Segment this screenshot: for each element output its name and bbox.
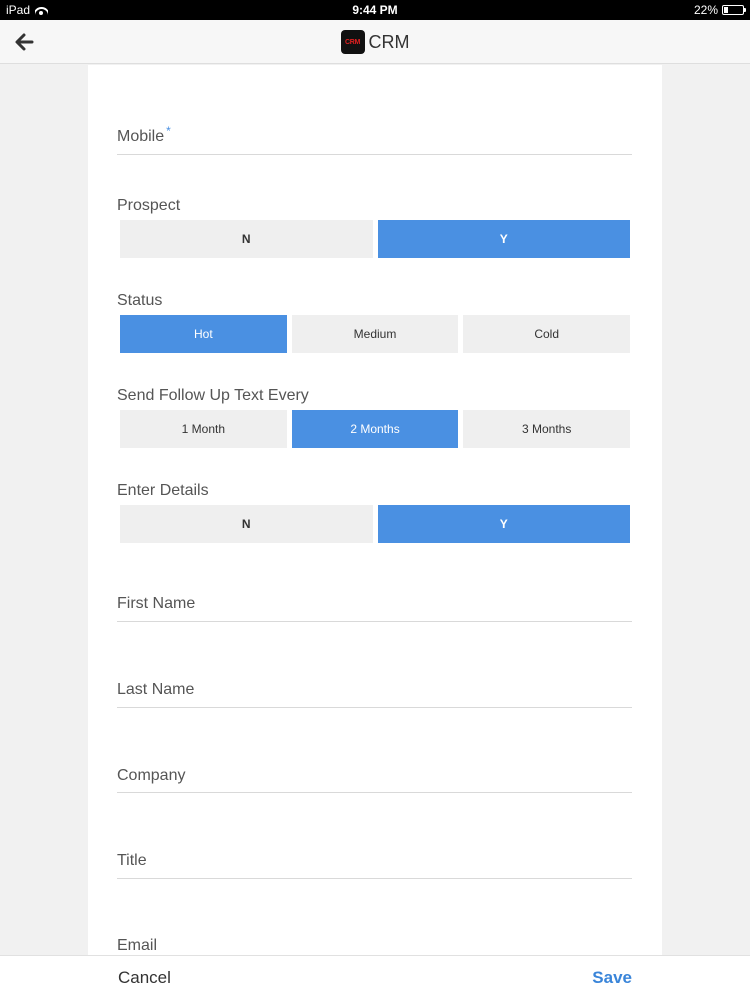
status-option-hot[interactable]: Hot <box>120 315 287 353</box>
page-title: CRM <box>368 31 410 52</box>
save-button[interactable]: Save <box>592 968 632 988</box>
last-name-field[interactable]: Last Name <box>117 681 194 699</box>
prospect-option-n[interactable]: N <box>120 220 373 258</box>
status-label: Status <box>117 292 163 309</box>
bottom-action-bar: Cancel Save <box>0 955 750 1000</box>
status-right: 22% <box>693 3 746 17</box>
cancel-button[interactable]: Cancel <box>118 968 171 988</box>
nav-bar: CRM CRM <box>0 20 750 64</box>
clock: 9:44 PM <box>352 3 398 17</box>
follow-up-option-1-month[interactable]: 1 Month <box>120 410 287 448</box>
follow-up-option-3-months[interactable]: 3 Months <box>463 410 631 448</box>
prospect-option-y[interactable]: Y <box>377 220 630 258</box>
status-bar: iPad 9:44 PM 22% <box>0 0 750 20</box>
required-indicator: * <box>166 124 171 138</box>
battery-percent: 22% <box>693 3 718 17</box>
first-name-field[interactable]: First Name <box>117 595 195 613</box>
title-field[interactable]: Title <box>117 852 147 870</box>
enter-details-label: Enter Details <box>117 482 209 499</box>
enter-details-toggle: N Y <box>120 505 630 543</box>
app-logo: CRM <box>340 30 365 54</box>
first-name-underline <box>117 621 632 622</box>
status-toggle: Hot Medium Cold <box>120 315 631 353</box>
battery-icon <box>722 5 746 15</box>
follow-up-label: Send Follow Up Text Every <box>117 387 309 404</box>
enter-details-option-y[interactable]: Y <box>377 505 630 543</box>
follow-up-option-2-months[interactable]: 2 Months <box>291 410 459 448</box>
form-sheet: Mobile * Prospect N Y Status Hot Medium C… <box>88 65 662 955</box>
enter-details-option-n[interactable]: N <box>120 505 373 543</box>
battery-level <box>724 7 728 13</box>
logo-text: CRM <box>344 38 361 46</box>
status-option-medium[interactable]: Medium <box>291 315 459 353</box>
prospect-toggle: N Y <box>120 220 630 258</box>
email-field[interactable]: Email <box>117 937 157 955</box>
mobile-label: Mobile <box>117 128 165 145</box>
company-underline <box>117 792 632 793</box>
title-underline <box>117 878 632 879</box>
mobile-underline <box>117 154 632 155</box>
company-field[interactable]: Company <box>117 767 185 785</box>
prospect-label: Prospect <box>117 197 181 214</box>
nav-title: CRM CRM <box>0 20 750 64</box>
last-name-underline <box>117 707 632 708</box>
status-option-cold[interactable]: Cold <box>463 315 631 353</box>
mobile-field[interactable]: Mobile * <box>117 124 171 146</box>
follow-up-toggle: 1 Month 2 Months 3 Months <box>120 410 631 448</box>
